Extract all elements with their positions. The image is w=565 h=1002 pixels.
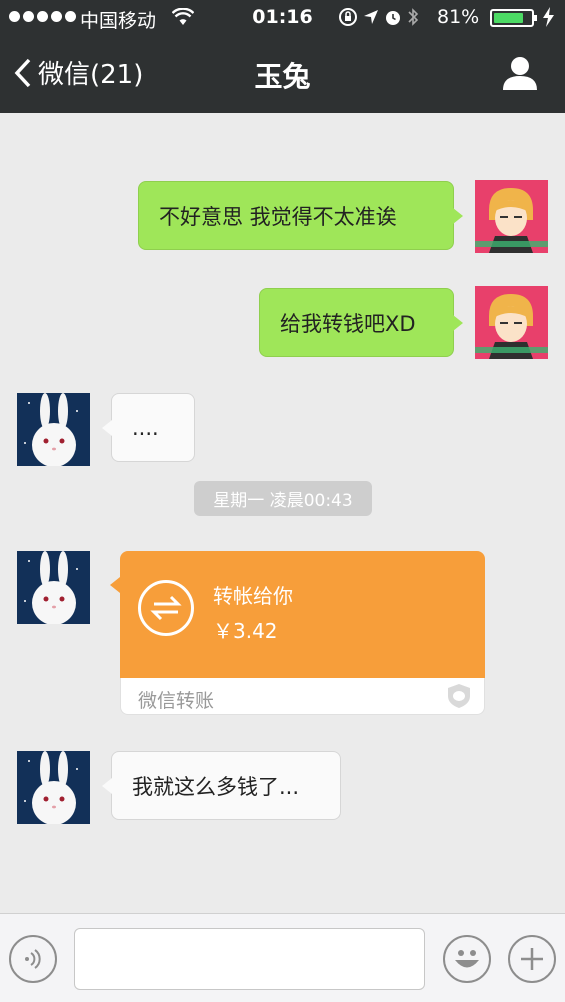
header: 中国移动 01:16 81% 微信(21) 玉兔 — [0, 0, 565, 113]
plus-icon — [521, 948, 543, 970]
wechat-pay-icon — [446, 683, 472, 713]
transfer-brand: 微信转账 — [138, 690, 215, 712]
status-time: 01:16 — [252, 6, 313, 28]
message-input[interactable] — [74, 928, 425, 990]
friend-avatar[interactable] — [17, 393, 90, 466]
more-button[interactable] — [508, 935, 556, 983]
orientation-lock-icon — [339, 8, 357, 26]
message-text: 不好意思 我觉得不太准诶 — [159, 204, 397, 229]
battery-percent: 81% — [437, 6, 480, 28]
alarm-icon — [386, 11, 400, 25]
transfer-card[interactable]: 转帐给你 ￥3.42 微信转账 — [110, 551, 485, 715]
battery-icon — [490, 9, 537, 27]
chat-title: 玉兔 — [254, 60, 311, 93]
message-text: 我就这么多钱了... — [132, 774, 300, 799]
charging-icon — [542, 7, 555, 32]
transfer-amount: ￥3.42 — [213, 619, 278, 643]
message-bubble-outgoing[interactable]: 不好意思 我觉得不太准诶 — [138, 181, 463, 250]
message-bubble-incoming[interactable]: 我就这么多钱了... — [102, 751, 341, 820]
message-bubble-outgoing[interactable]: 给我转钱吧XD — [259, 288, 463, 357]
emoji-button[interactable] — [443, 935, 491, 983]
my-avatar[interactable] — [475, 180, 548, 253]
bluetooth-icon — [408, 8, 419, 26]
voice-button[interactable] — [9, 935, 57, 983]
status-bar: 中国移动 01:16 81% — [0, 0, 565, 36]
message-bubble-incoming[interactable]: .... — [102, 393, 195, 462]
timestamp-divider: 星期一 凌晨00:43 — [194, 481, 372, 516]
person-icon — [503, 57, 537, 90]
transfer-label: 转帐给你 — [213, 584, 293, 608]
input-bar — [0, 913, 565, 1002]
friend-avatar[interactable] — [17, 751, 90, 824]
voice-icon — [25, 949, 41, 969]
transfer-arrows-icon — [138, 580, 194, 636]
friend-avatar[interactable] — [17, 551, 90, 624]
profile-button[interactable] — [500, 55, 540, 95]
smiley-icon — [455, 950, 479, 968]
message-text: 给我转钱吧XD — [280, 311, 416, 336]
message-text: .... — [132, 415, 159, 440]
location-icon — [364, 10, 378, 24]
my-avatar[interactable] — [475, 286, 548, 359]
